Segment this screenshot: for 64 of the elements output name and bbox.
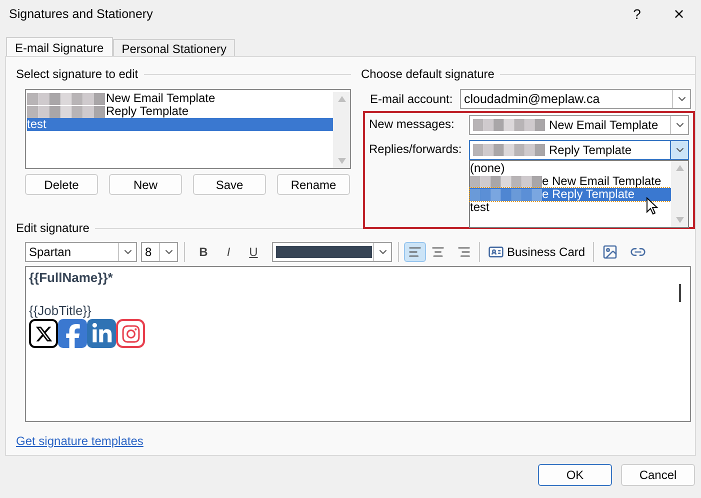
format-button[interactable]: B: [191, 242, 216, 262]
section-heading: Choose default signature: [361, 66, 494, 83]
option-label: test: [470, 201, 490, 214]
list-item-label: test: [27, 118, 46, 131]
job-title-placeholder-text: {{JobTitle}}: [29, 302, 92, 319]
list-item[interactable]: Reply Template: [27, 105, 333, 118]
align-right-icon[interactable]: [457, 244, 471, 258]
window-title: Signatures and Stationery: [9, 6, 154, 23]
list-item[interactable]: test: [27, 118, 333, 131]
align-center-icon[interactable]: [431, 244, 445, 258]
close-button[interactable]: ×: [657, 0, 701, 28]
redaction-drawing: [470, 188, 542, 200]
field-label: E-mail account:: [370, 91, 454, 108]
align-left-button[interactable]: [404, 242, 426, 262]
dropdown-option[interactable]: e Reply Template: [470, 188, 671, 201]
size-dropdown[interactable]: 8: [141, 242, 178, 262]
linkedin-icon: [87, 319, 116, 348]
dropdown-value: Reply Template: [549, 142, 632, 159]
redaction-drawing: [473, 144, 545, 156]
list-item[interactable]: New Email Template: [27, 92, 333, 105]
color-dropdown[interactable]: [272, 242, 392, 262]
signature-editor[interactable]: {{FullName}}* {{JobTitle}}: [25, 266, 691, 422]
action-button[interactable]: New: [109, 174, 182, 195]
format-button[interactable]: U: [241, 242, 266, 262]
redaction-drawing: [473, 119, 545, 131]
business-card-button[interactable]: Business Card: [486, 242, 588, 262]
instagram-icon: [116, 319, 145, 348]
dropdown-option[interactable]: e New Email Template: [470, 175, 671, 188]
templates-link[interactable]: Get signature templates: [16, 432, 144, 450]
help-button[interactable]: ?: [617, 4, 657, 24]
cancel-button[interactable]: Cancel: [621, 464, 695, 486]
ok-button[interactable]: OK: [538, 464, 612, 486]
account-dropdown[interactable]: cloudadmin@meplaw.ca: [460, 89, 691, 109]
section-heading: Edit signature: [16, 220, 90, 237]
option-label: e Reply Template: [542, 188, 634, 201]
font-dropdown[interactable]: Spartan: [25, 242, 137, 262]
list-item-label: New Email Template: [106, 92, 216, 105]
contact-card-icon: [488, 244, 504, 260]
option-label: (none): [470, 162, 505, 175]
align-left-icon: [408, 244, 422, 258]
list-item-label: Reply Template: [106, 105, 188, 118]
mouse-pointer-icon: [646, 197, 658, 215]
dropdown-option[interactable]: (none): [470, 162, 671, 175]
x-social-icon: [29, 319, 58, 348]
dropdown-value: New Email Template: [549, 117, 658, 134]
new-messages-dropdown[interactable]: New Email Template: [469, 115, 689, 135]
action-button[interactable]: Rename: [277, 174, 350, 195]
action-button[interactable]: Delete: [25, 174, 98, 195]
tab[interactable]: E-mail Signature: [6, 37, 113, 57]
field-label: New messages:: [369, 116, 456, 133]
facebook-icon: [58, 319, 87, 348]
signature-list[interactable]: New Email Template Reply Template test: [25, 89, 351, 169]
text-cursor: [679, 284, 681, 302]
insert-picture-icon[interactable]: [602, 244, 618, 260]
name-placeholder-text: {{FullName}}*: [29, 270, 114, 286]
action-button[interactable]: Save: [193, 174, 266, 195]
replies-dropdown[interactable]: Reply Template: [469, 140, 689, 160]
format-button[interactable]: I: [216, 242, 241, 262]
tab[interactable]: Personal Stationery: [112, 39, 236, 56]
field-label: Replies/forwards:: [369, 141, 463, 158]
option-label: e New Email Template: [542, 175, 662, 188]
section-heading: Select signature to edit: [16, 66, 138, 83]
redaction-drawing: [470, 176, 542, 188]
dropdown-option[interactable]: test: [470, 201, 671, 214]
